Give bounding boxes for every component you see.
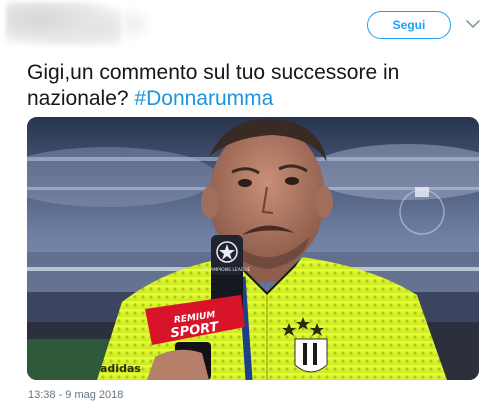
tweet-photo[interactable]: adidas CHAMPIONS LEAGUE REMIUM SPORT (27, 117, 479, 380)
chevron-down-icon[interactable] (466, 17, 480, 31)
hashtag-link[interactable]: #Donnarumma (134, 87, 273, 110)
tweet-header: Segui (0, 0, 504, 60)
tweet-card: Segui Gigi,un commento sul tuo successor… (0, 0, 504, 414)
tweet-text: Gigi,un commento sul tuo successore in n… (27, 60, 477, 112)
photo-illustration: adidas CHAMPIONS LEAGUE REMIUM SPORT (27, 117, 479, 380)
follow-button[interactable]: Segui (367, 11, 451, 39)
mic-logo-text: CHAMPIONS LEAGUE (204, 267, 251, 273)
avatar[interactable] (6, 2, 121, 46)
tweet-timestamp[interactable]: 13:38 - 9 mag 2018 (28, 389, 123, 401)
user-name-blurred[interactable] (112, 6, 154, 42)
shirt-sponsor-text: adidas (100, 362, 141, 375)
